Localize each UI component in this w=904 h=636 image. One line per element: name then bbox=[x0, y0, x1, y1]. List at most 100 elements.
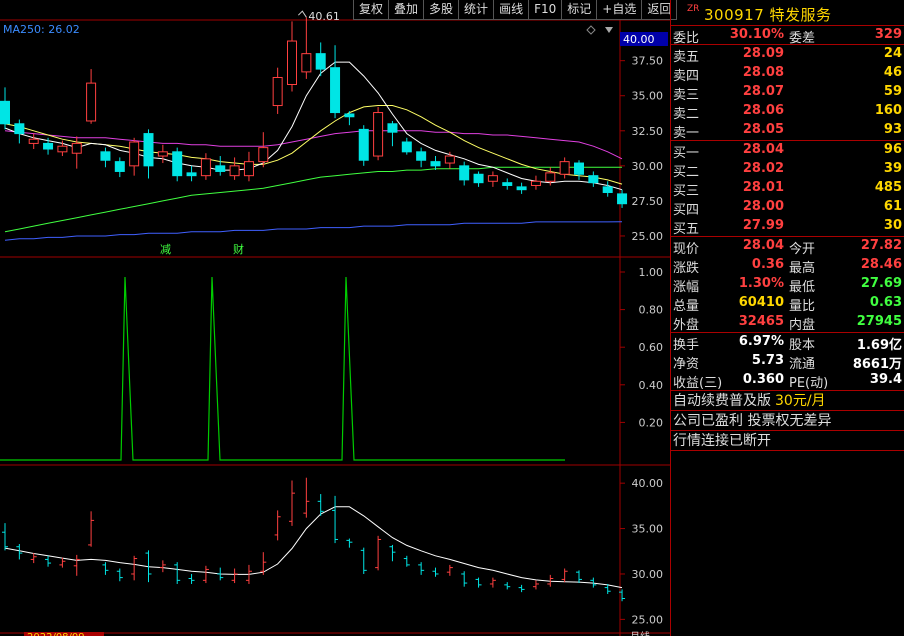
add-watchlist-button[interactable]: +自选 bbox=[596, 0, 643, 20]
stat-row-l2: PE(动) bbox=[789, 376, 829, 391]
kline-candle bbox=[344, 113, 355, 118]
quote-row-l2: 最高 bbox=[789, 261, 816, 276]
indicator-line bbox=[0, 276, 565, 461]
quote-row: 涨幅 1.30% 最低 27.69 bbox=[671, 275, 904, 295]
quote-row-v: 28.04 bbox=[742, 238, 784, 253]
kline-candle bbox=[258, 147, 269, 163]
quote-block: 现价 28.04 今开 27.82 涨跌 0.36 最高 28.46 涨幅 1.30% 最低 27.6… bbox=[671, 237, 904, 333]
ma5-line bbox=[4, 61, 623, 191]
bid-book: 买一 28.04 96 买二 28.02 39 买三 28.01 485 买四 28.00 61 买五 2… bbox=[671, 141, 904, 237]
indicator-tick-label: 0.40 bbox=[639, 379, 664, 392]
event-annotation: 减 bbox=[160, 243, 171, 256]
company-info-banner[interactable]: 公司已盈利 投票权无差异 bbox=[671, 411, 904, 431]
ask-row: 卖二 28.06 160 bbox=[671, 102, 904, 122]
kline-candle bbox=[430, 161, 441, 167]
ask-row-l: 卖五 bbox=[673, 50, 700, 65]
kline-candle bbox=[530, 180, 541, 186]
ask-row-v2: 93 bbox=[883, 122, 902, 137]
overlay-button[interactable]: 叠加 bbox=[388, 0, 425, 20]
kline-candle bbox=[387, 123, 398, 133]
bid-row-l: 买三 bbox=[673, 184, 700, 199]
statistics-button[interactable]: 统计 bbox=[458, 0, 495, 20]
price-tick-label: 30.00 bbox=[632, 160, 664, 173]
kline-candle bbox=[215, 165, 226, 172]
kline-chart[interactable]: 37.50 35.00 32.50 30.00 27.50 25.00 1.00 0.80 0.… bbox=[0, 0, 670, 636]
mark-button[interactable]: 标记 bbox=[561, 0, 598, 20]
bottom-tick-label: 35.00 bbox=[632, 523, 664, 536]
connection-status: 行情连接已断开 bbox=[671, 431, 904, 451]
kline-candle bbox=[545, 172, 556, 182]
restore-rights-button[interactable]: 复权 bbox=[353, 0, 390, 20]
quote-row-l2: 今开 bbox=[789, 242, 816, 257]
quote-row-v: 60410 bbox=[738, 295, 784, 310]
kline-candle bbox=[272, 76, 283, 107]
bid-row-v2: 30 bbox=[883, 218, 902, 233]
bottom-tick-label: 25.00 bbox=[632, 613, 664, 626]
ask-row-v: 28.09 bbox=[742, 46, 784, 61]
price-tick-label: 37.50 bbox=[632, 55, 664, 68]
bid-row: 买二 28.02 39 bbox=[671, 160, 904, 180]
ask-book: 卖五 28.09 24 卖四 28.08 46 卖三 28.07 59 卖二 28.06 160 卖一 2… bbox=[671, 45, 904, 141]
stat-row-l2: 流通 bbox=[789, 357, 816, 372]
bid-row-l: 买四 bbox=[673, 203, 700, 218]
bottom-tick-label: 40.00 bbox=[632, 477, 664, 490]
quote-row-v: 1.30% bbox=[738, 276, 784, 291]
ask-row: 卖一 28.05 93 bbox=[671, 121, 904, 141]
kline-candle bbox=[416, 151, 427, 161]
kline-candle bbox=[57, 145, 68, 153]
stat-row-v2: 8661万 bbox=[852, 357, 902, 372]
weicha-value: 329 bbox=[874, 27, 902, 42]
kline-candle bbox=[502, 182, 513, 186]
kline-candle bbox=[172, 151, 183, 177]
kline-candle bbox=[243, 161, 254, 177]
ask-row-v2: 24 bbox=[883, 46, 902, 61]
weicha-label: 委差 bbox=[789, 31, 816, 46]
stock-title[interactable]: 300917 特发服务 bbox=[704, 4, 832, 25]
ask-row-l: 卖四 bbox=[673, 69, 700, 84]
weibi-row: 委比 30.10% 委差 329 bbox=[671, 26, 904, 46]
f10-button[interactable]: F10 bbox=[528, 0, 563, 20]
kline-candle bbox=[28, 138, 39, 144]
weibi-label: 委比 bbox=[673, 31, 700, 46]
kline-candle bbox=[358, 128, 369, 161]
bid-row-v: 28.02 bbox=[742, 161, 784, 176]
quote-row-v2: 27.69 bbox=[860, 276, 902, 291]
subscription-banner[interactable]: 自动续费普及版 30元/月 bbox=[671, 391, 904, 411]
kline-candle bbox=[157, 151, 168, 157]
ask-row-l: 卖二 bbox=[673, 107, 700, 122]
diamond-icon bbox=[586, 25, 596, 35]
kline-candle bbox=[43, 142, 54, 150]
kline-candle bbox=[473, 173, 484, 184]
bid-row-v2: 96 bbox=[883, 142, 902, 157]
kline-candle bbox=[602, 186, 613, 193]
quote-row-l2: 量比 bbox=[789, 299, 816, 314]
kline-candle bbox=[315, 53, 326, 70]
period-label: 月线 bbox=[630, 630, 650, 636]
stat-row-l: 换手 bbox=[673, 338, 700, 353]
high-marker bbox=[297, 10, 307, 18]
bid-row-v: 27.99 bbox=[742, 218, 784, 233]
draw-line-button[interactable]: 画线 bbox=[493, 0, 530, 20]
multi-stock-button[interactable]: 多股 bbox=[423, 0, 460, 20]
bid-row: 买四 28.00 61 bbox=[671, 198, 904, 218]
price-tick-label: 27.50 bbox=[632, 195, 664, 208]
kline-candle bbox=[186, 172, 197, 177]
kline-candle bbox=[14, 123, 25, 135]
quote-row-v2: 27.82 bbox=[860, 238, 902, 253]
bid-row-v: 28.01 bbox=[742, 180, 784, 195]
kline-candle bbox=[71, 142, 82, 154]
market-prefix: ZR bbox=[687, 4, 700, 14]
event-annotation: 财 bbox=[233, 242, 244, 256]
quote-row: 现价 28.04 今开 27.82 bbox=[671, 237, 904, 257]
ask-row: 卖五 28.09 24 bbox=[671, 45, 904, 65]
ask-row-v: 28.06 bbox=[742, 103, 784, 118]
kline-candle bbox=[287, 40, 297, 86]
bid-row-v2: 61 bbox=[883, 199, 902, 214]
quote-row-v2: 0.63 bbox=[869, 295, 902, 310]
kline-candle bbox=[444, 155, 455, 164]
quote-row-l: 现价 bbox=[673, 242, 700, 257]
bid-row-v: 28.04 bbox=[742, 142, 784, 157]
ask-row-v2: 160 bbox=[874, 103, 902, 118]
stat-row-v: 0.360 bbox=[742, 372, 784, 387]
kline-candle bbox=[559, 161, 570, 175]
